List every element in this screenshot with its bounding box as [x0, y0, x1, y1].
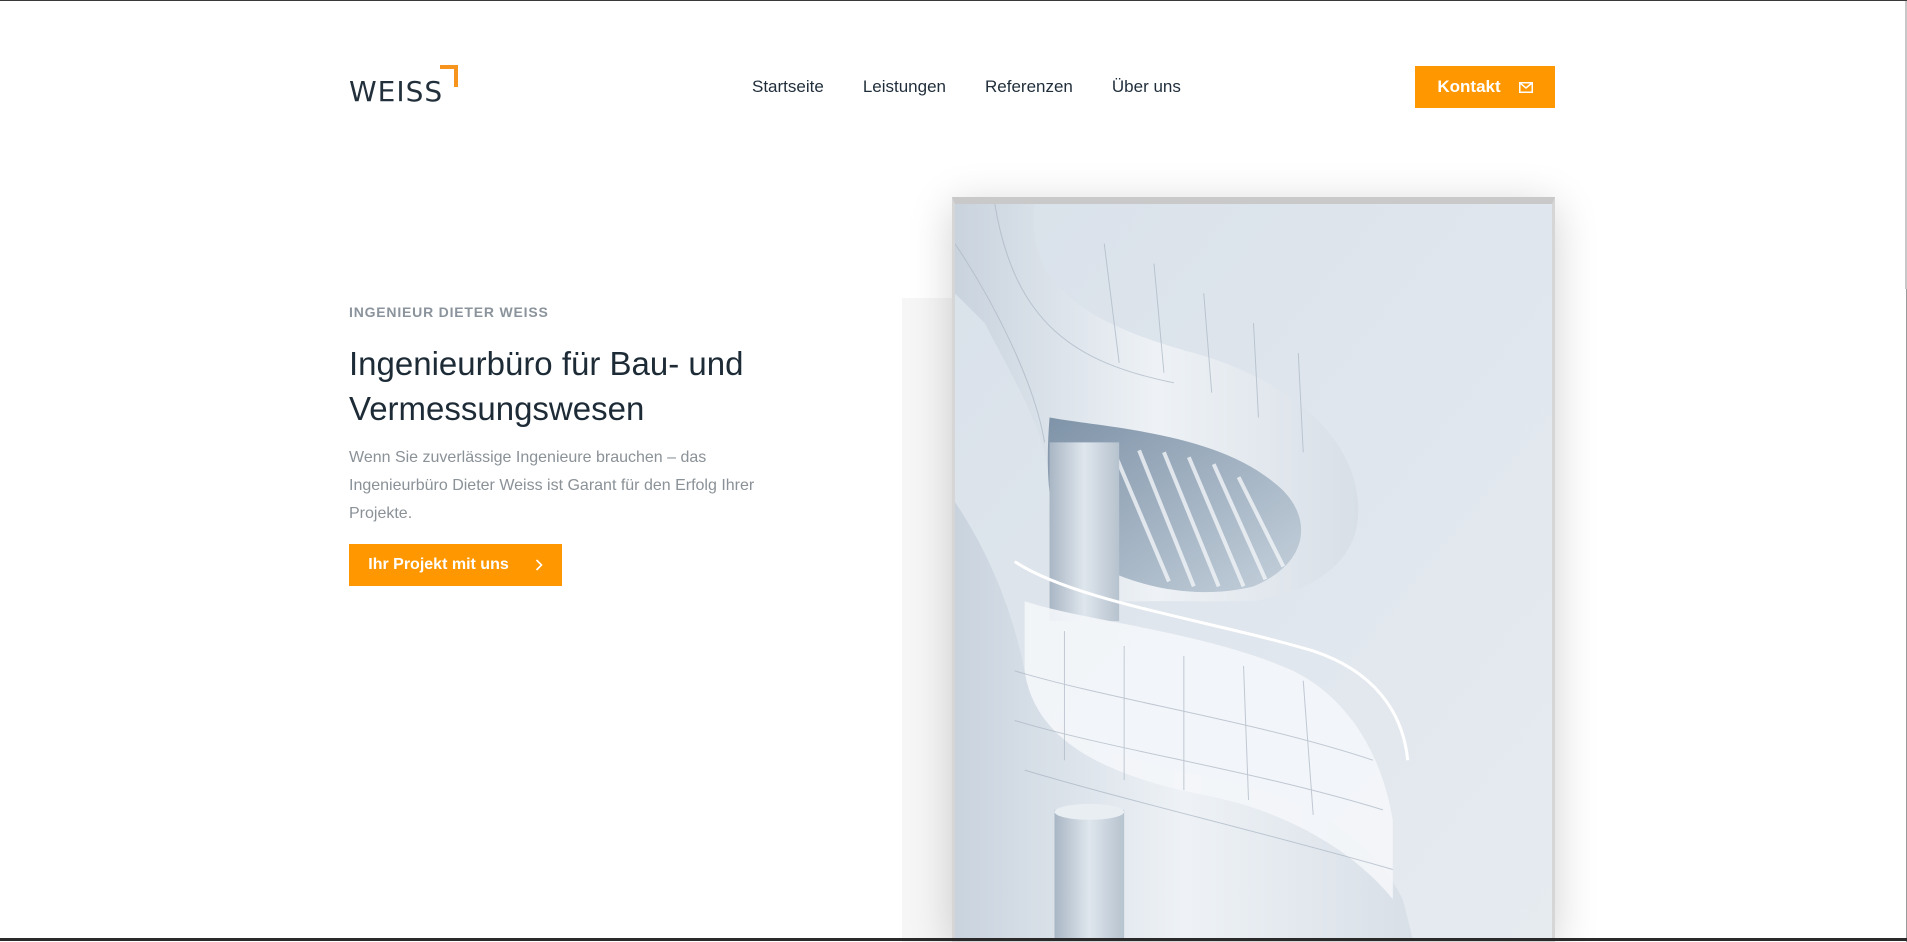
nav-item-ueber-uns[interactable]: Über uns — [1112, 77, 1181, 99]
nav-item-referenzen[interactable]: Referenzen — [985, 77, 1073, 99]
project-cta-button[interactable]: Ihr Projekt mit uns — [349, 544, 562, 586]
hero-text: Wenn Sie zuverlässige Ingenieure brauche… — [349, 449, 755, 522]
hero-title: Ingenieurbüro für Bau- und Vermessungswe… — [349, 345, 744, 427]
contact-button-label: Kontakt — [1437, 77, 1501, 96]
logo-text: WEISS — [349, 75, 444, 108]
image-backdrop — [902, 298, 956, 942]
cta-button-label: Ihr Projekt mit uns — [368, 556, 509, 573]
logo-corner-mark — [440, 65, 458, 87]
mail-icon — [1518, 81, 1533, 93]
logo[interactable]: WEISS — [349, 65, 459, 108]
contact-button[interactable]: Kontakt — [1415, 66, 1555, 108]
chevron-right-icon — [535, 559, 543, 571]
nav-item-leistungen[interactable]: Leistungen — [863, 77, 946, 99]
page: WEISS Startseite Leistungen Referenzen Ü… — [0, 0, 1907, 942]
hero-eyebrow: INGENIEUR DIETER WEISS — [349, 304, 549, 320]
nav-item-startseite[interactable]: Startseite — [752, 77, 824, 99]
building-photo — [955, 204, 1552, 939]
hero-image — [952, 197, 1555, 942]
main-nav: Startseite Leistungen Referenzen Über un… — [752, 77, 1181, 99]
